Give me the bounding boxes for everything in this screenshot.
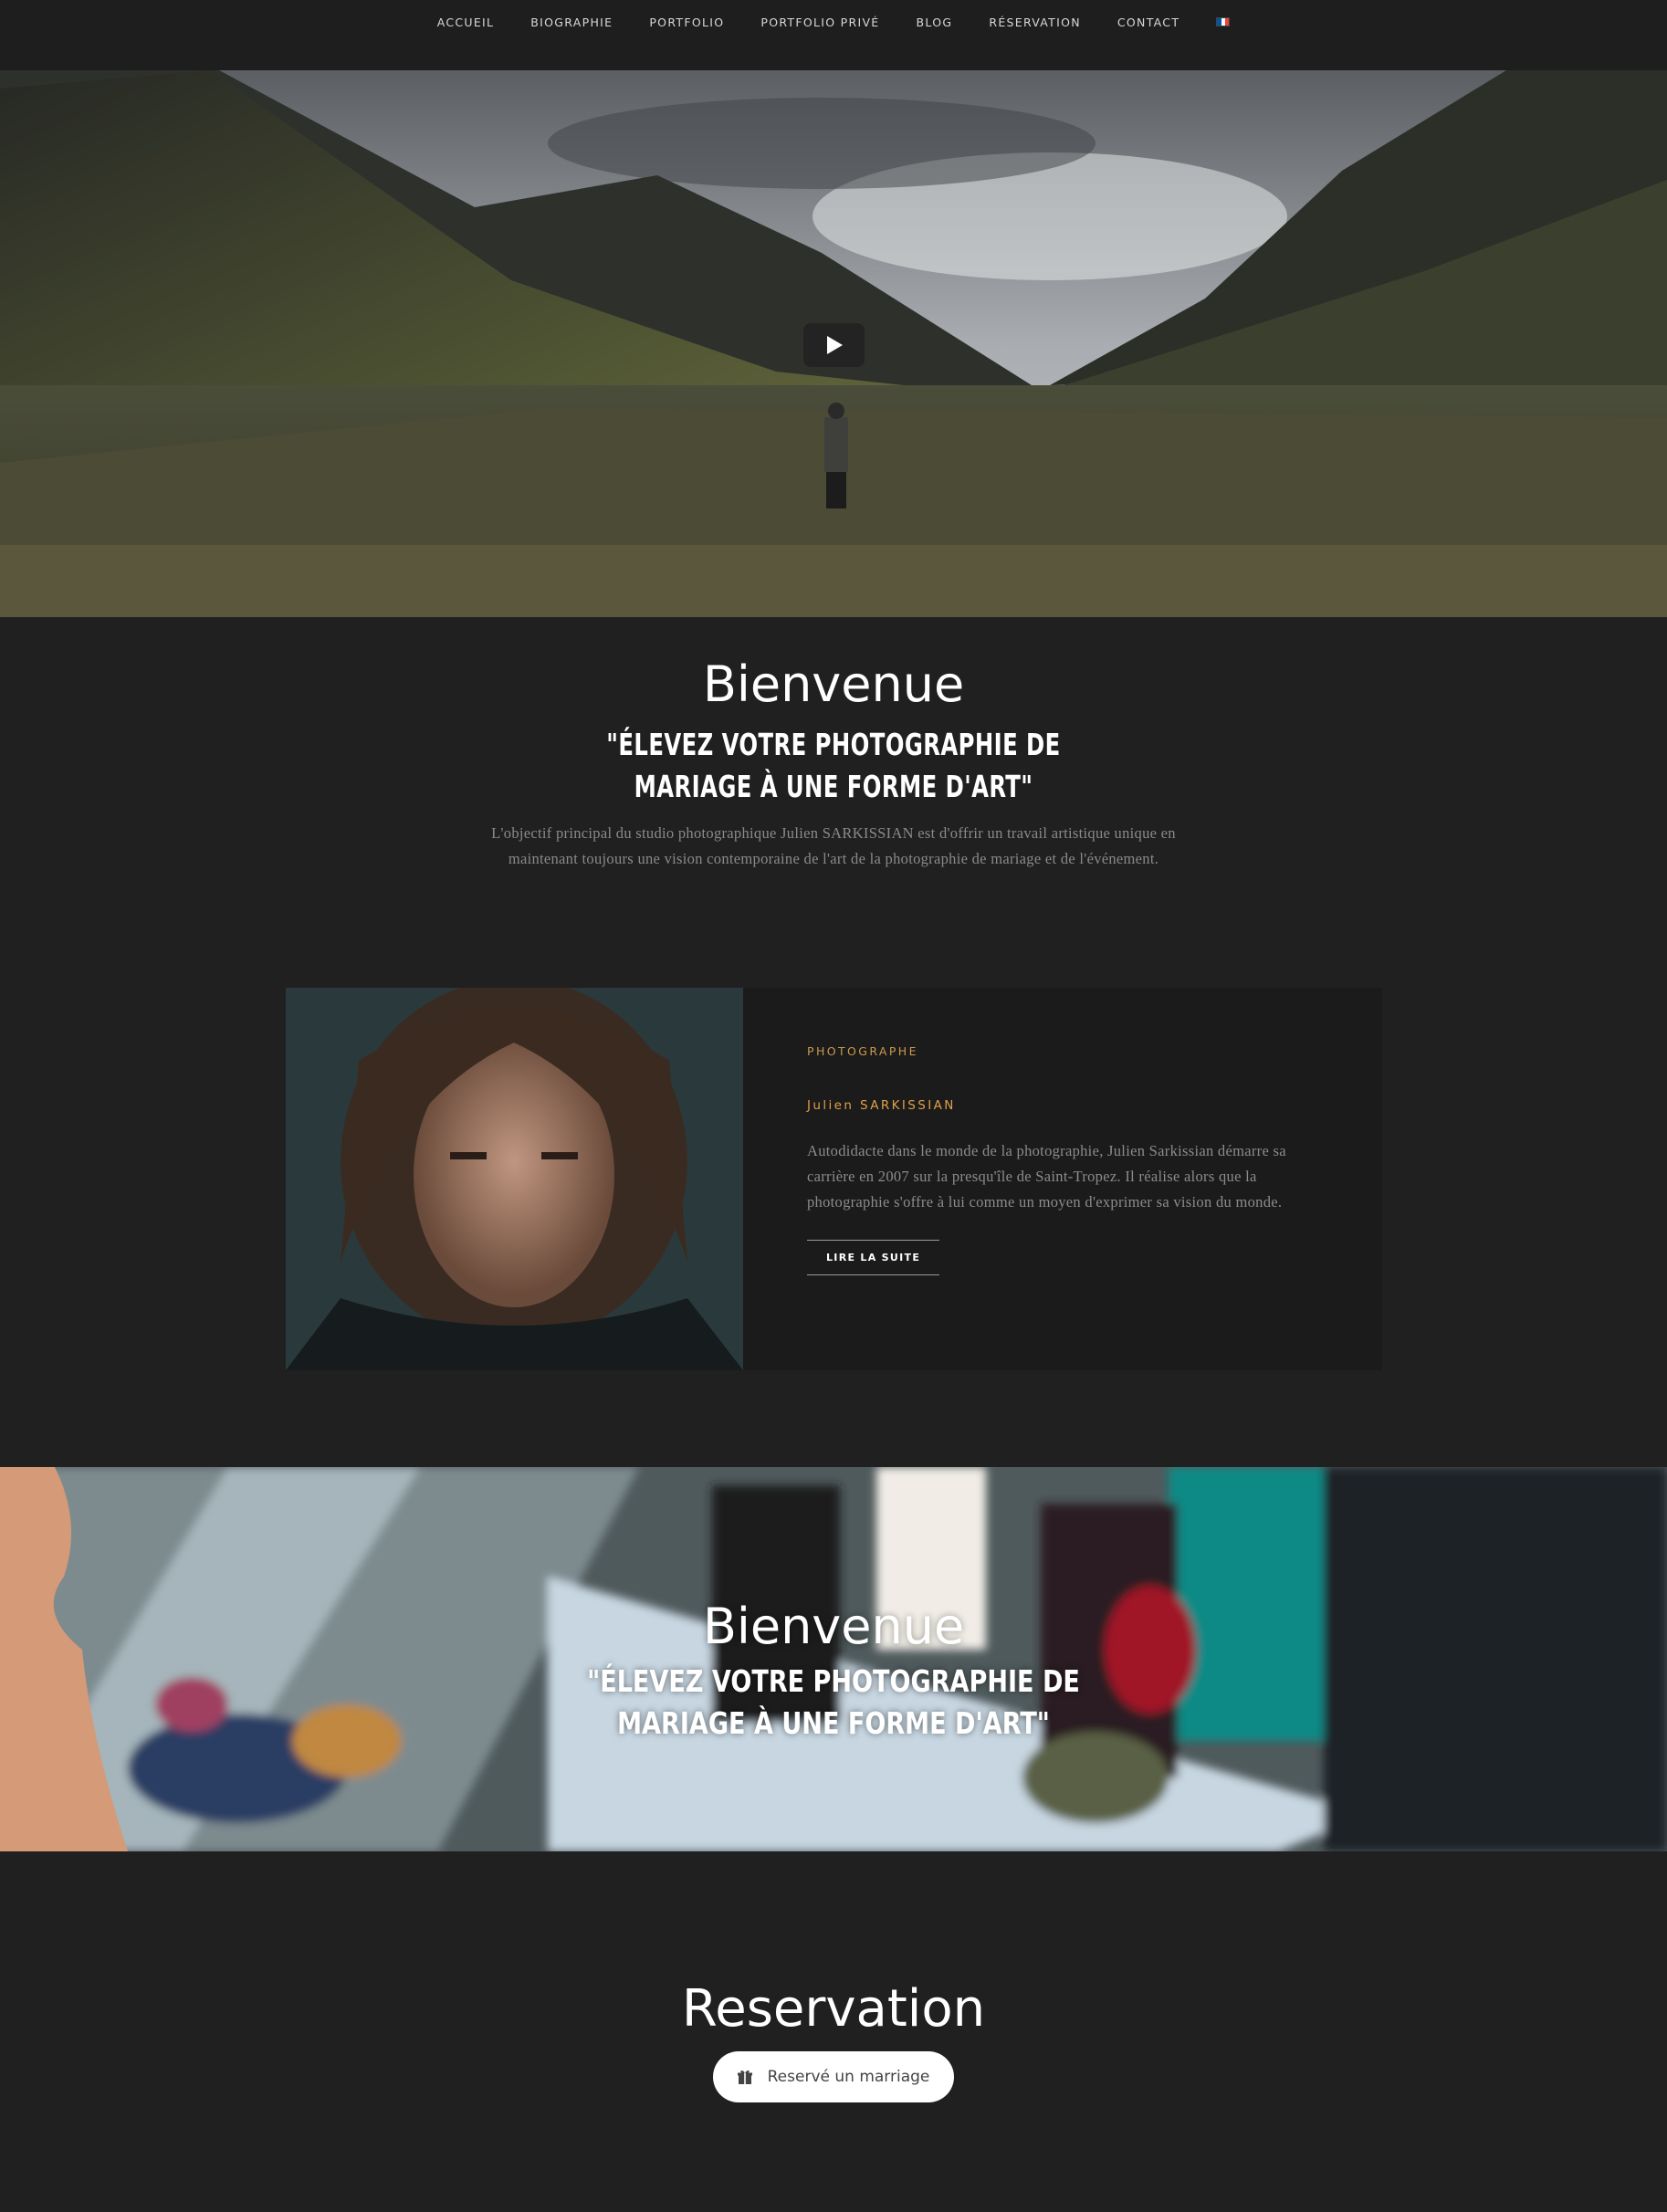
nav-item-accueil[interactable]: ACCUEIL	[419, 16, 513, 29]
parallax-text: Bienvenue "ÉLEVEZ VOTRE PHOTOGRAPHIE DE …	[0, 1467, 1667, 1745]
parallax-title: Bienvenue	[702, 1598, 965, 1655]
nav-item-blog[interactable]: BLOG	[898, 16, 971, 29]
nav-item-reservation[interactable]: RÉSERVATION	[970, 16, 1099, 29]
photographer-card: PHOTOGRAPHE Julien SARKISSIAN Autodidact…	[286, 988, 1382, 1370]
play-button[interactable]	[803, 323, 865, 367]
photographer-portrait	[286, 988, 743, 1370]
parallax-subtitle: "ÉLEVEZ VOTRE PHOTOGRAPHIE DE MARIAGE À …	[587, 1663, 1080, 1741]
photographer-role: PHOTOGRAPHE	[807, 1044, 918, 1058]
welcome-text: L'objectif principal du studio photograp…	[491, 824, 1176, 867]
welcome-section: Bienvenue "ÉLEVEZ VOTRE PHOTOGRAPHIE DE …	[0, 617, 1667, 872]
book-wedding-label: Reservé un marriage	[767, 2068, 930, 2086]
reservation-section: Reservation Reservé un marriage	[0, 1851, 1667, 2212]
nav-item-portfolio-prive[interactable]: PORTFOLIO PRIVÉ	[742, 16, 897, 29]
reservation-title: Reservation	[681, 1979, 986, 2039]
welcome-subtitle: "ÉLEVEZ VOTRE PHOTOGRAPHIE DE MARIAGE À …	[606, 727, 1061, 804]
french-flag-icon[interactable]	[1216, 17, 1231, 26]
play-icon	[826, 336, 843, 354]
gift-icon	[737, 2070, 752, 2084]
nav-list: ACCUEIL BIOGRAPHIE PORTFOLIO PORTFOLIO P…	[419, 0, 1249, 29]
hero-video	[0, 70, 1667, 617]
wedding-parallax-banner: Bienvenue "ÉLEVEZ VOTRE PHOTOGRAPHIE DE …	[0, 1467, 1667, 1851]
nav-item-biographie[interactable]: BIOGRAPHIE	[512, 16, 631, 29]
read-more-button[interactable]: LIRE LA SUITE	[807, 1240, 940, 1275]
photographer-name: Julien SARKISSIAN	[807, 1098, 956, 1113]
nav-item-portfolio[interactable]: PORTFOLIO	[631, 16, 742, 29]
main-navigation: ACCUEIL BIOGRAPHIE PORTFOLIO PORTFOLIO P…	[0, 0, 1667, 70]
nav-item-contact[interactable]: CONTACT	[1099, 16, 1198, 29]
photographer-info: PHOTOGRAPHE Julien SARKISSIAN Autodidact…	[743, 988, 1382, 1370]
photographer-bio-text: Autodidacte dans le monde de la photogra…	[807, 1142, 1286, 1211]
portrait-image	[286, 988, 743, 1370]
book-wedding-button[interactable]: Reservé un marriage	[712, 2051, 955, 2102]
welcome-title: Bienvenue	[702, 655, 965, 713]
